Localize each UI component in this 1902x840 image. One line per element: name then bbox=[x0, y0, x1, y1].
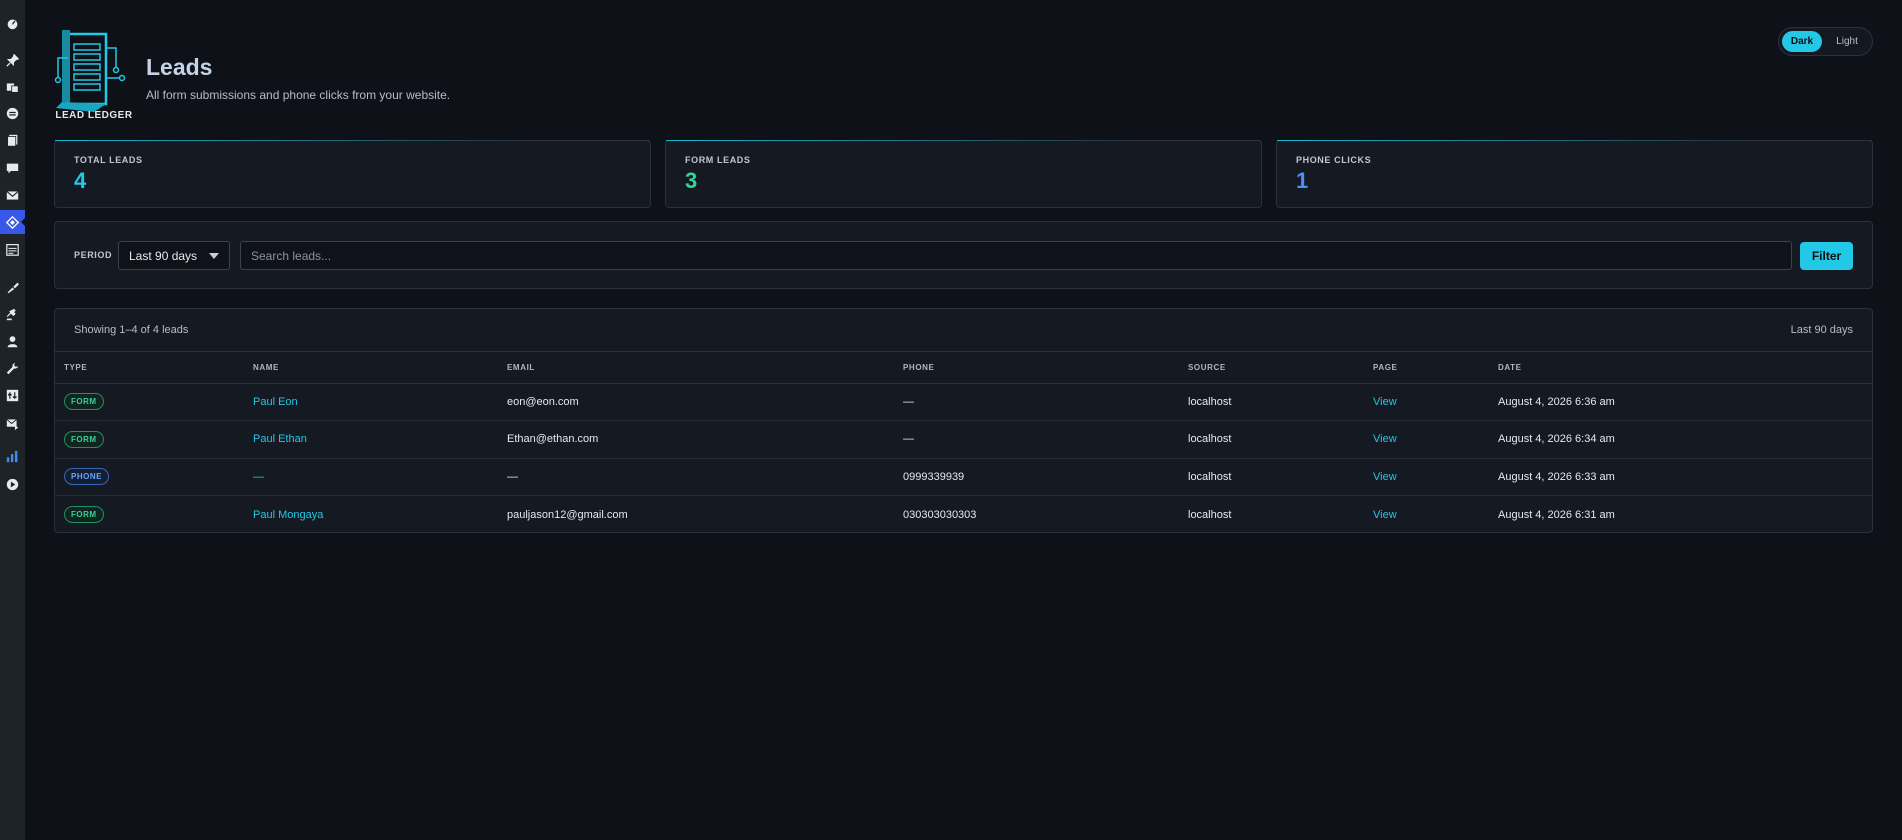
email-log-icon[interactable] bbox=[0, 411, 25, 435]
lead-source: localhost bbox=[1179, 383, 1364, 421]
leads-page: LEAD LEDGER Leads All form submissions a… bbox=[54, 0, 1873, 840]
tools-icon[interactable] bbox=[0, 356, 25, 380]
lead-date: August 4, 2026 6:31 am bbox=[1498, 508, 1615, 521]
view-page-link[interactable]: View bbox=[1373, 433, 1397, 445]
column-header-page[interactable]: PAGE bbox=[1364, 352, 1489, 384]
logo-text: LEAD LEDGER bbox=[55, 110, 133, 121]
stat-value: 4 bbox=[74, 168, 87, 193]
stat-value: 1 bbox=[1296, 168, 1309, 193]
dashboard-icon[interactable] bbox=[0, 11, 25, 35]
stat-label: TOTAL LEADS bbox=[74, 155, 143, 165]
table-header-row: TYPE NAME EMAIL PHONE SOURCE PAGE DATE bbox=[55, 352, 1872, 384]
view-page-link[interactable]: View bbox=[1373, 471, 1397, 483]
settings-icon[interactable] bbox=[0, 383, 25, 407]
stat-value: 3 bbox=[685, 168, 698, 193]
lead-phone: 030303030303 bbox=[903, 508, 977, 521]
period-select[interactable]: Last 90 days bbox=[118, 241, 230, 270]
stat-card-total-leads: TOTAL LEADS 4 bbox=[54, 140, 651, 208]
period-label: PERIOD bbox=[74, 250, 113, 260]
leads-table: TYPE NAME EMAIL PHONE SOURCE PAGE DATE F… bbox=[55, 352, 1872, 533]
lead-date: August 4, 2026 6:36 am bbox=[1489, 383, 1872, 421]
lead-name-link[interactable]: Paul Eon bbox=[253, 396, 298, 408]
theme-light-button[interactable]: Light bbox=[1827, 31, 1867, 52]
stat-card-form-leads: FORM LEADS 3 bbox=[665, 140, 1262, 208]
lead-phone: — bbox=[894, 383, 1179, 421]
table-range: Last 90 days bbox=[1790, 324, 1853, 336]
lead-name-link[interactable]: Paul Mongaya bbox=[253, 509, 323, 521]
plugins-icon[interactable] bbox=[0, 302, 25, 326]
view-page-link[interactable]: View bbox=[1373, 396, 1397, 408]
search-input[interactable] bbox=[240, 241, 1792, 270]
lead-email: eon@eon.com bbox=[498, 383, 894, 421]
pages-icon[interactable] bbox=[0, 128, 25, 152]
lead-phone: 0999339939 bbox=[894, 458, 1179, 496]
pin-icon[interactable] bbox=[0, 48, 25, 72]
stat-label: PHONE CLICKS bbox=[1296, 155, 1372, 165]
lead-email: pauljason12@gmail.com bbox=[507, 508, 628, 521]
users-icon[interactable] bbox=[0, 329, 25, 353]
admin-sidebar bbox=[0, 0, 26, 840]
showing-count: Showing 1–4 of 4 leads bbox=[74, 324, 189, 336]
theme-toggle: Dark Light bbox=[1778, 27, 1873, 56]
lead-email: — bbox=[498, 458, 894, 496]
stats-row: TOTAL LEADS 4 FORM LEADS 3 PHONE CLICKS … bbox=[54, 140, 1873, 208]
page-title: Leads bbox=[146, 54, 213, 80]
table-row[interactable]: FORM Paul Eon eon@eon.com — localhost Vi… bbox=[55, 383, 1872, 421]
play-icon[interactable] bbox=[0, 472, 25, 496]
lead-source: localhost bbox=[1179, 420, 1364, 459]
calendar-icon[interactable] bbox=[0, 237, 25, 261]
table-summary-bar: Showing 1–4 of 4 leads Last 90 days bbox=[55, 309, 1872, 352]
type-badge: FORM bbox=[64, 430, 104, 448]
type-badge: FORM bbox=[64, 393, 104, 411]
theme-dark-button[interactable]: Dark bbox=[1782, 31, 1822, 52]
lead-ledger-logo bbox=[54, 30, 126, 112]
column-header-email[interactable]: EMAIL bbox=[498, 352, 894, 384]
stat-label: FORM LEADS bbox=[685, 155, 751, 165]
chevron-down-icon bbox=[209, 253, 219, 259]
lead-source: localhost bbox=[1188, 508, 1232, 521]
filter-bar: PERIOD Last 90 days Filter bbox=[54, 221, 1873, 289]
appearance-icon[interactable] bbox=[0, 275, 25, 299]
lead-name-link[interactable]: Paul Ethan bbox=[253, 433, 307, 445]
media-icon[interactable] bbox=[0, 75, 25, 99]
lead-phone: — bbox=[894, 420, 1179, 459]
leads-table-panel: Showing 1–4 of 4 leads Last 90 days TYPE… bbox=[54, 308, 1873, 533]
lead-email: Ethan@ethan.com bbox=[498, 420, 894, 459]
type-badge: FORM bbox=[64, 506, 104, 523]
period-value: Last 90 days bbox=[129, 249, 198, 263]
page-subtitle: All form submissions and phone clicks fr… bbox=[146, 88, 451, 102]
mail-icon[interactable] bbox=[0, 183, 25, 207]
lead-name-link[interactable]: — bbox=[253, 471, 264, 483]
type-badge: PHONE bbox=[64, 468, 109, 486]
table-row[interactable]: PHONE — — 0999339939 localhost View Augu… bbox=[55, 458, 1872, 496]
lead-date: August 4, 2026 6:34 am bbox=[1489, 420, 1872, 459]
table-row[interactable]: FORM Paul Mongaya pauljason12@gmail.com … bbox=[55, 496, 1872, 533]
stat-card-phone-clicks: PHONE CLICKS 1 bbox=[1276, 140, 1873, 208]
feedback-icon[interactable] bbox=[0, 156, 25, 180]
column-header-type[interactable]: TYPE bbox=[55, 352, 244, 384]
column-header-name[interactable]: NAME bbox=[244, 352, 498, 384]
column-header-date[interactable]: DATE bbox=[1489, 352, 1872, 384]
analytics-icon[interactable] bbox=[0, 444, 25, 468]
view-page-link[interactable]: View bbox=[1373, 509, 1397, 521]
column-header-source[interactable]: SOURCE bbox=[1179, 352, 1364, 384]
table-row[interactable]: FORM Paul Ethan Ethan@ethan.com — localh… bbox=[55, 420, 1872, 459]
lead-source: localhost bbox=[1179, 458, 1364, 496]
column-header-phone[interactable]: PHONE bbox=[894, 352, 1179, 384]
leads-icon[interactable] bbox=[0, 210, 26, 234]
comments-icon[interactable] bbox=[0, 101, 25, 125]
filter-button[interactable]: Filter bbox=[1800, 242, 1853, 270]
lead-date: August 4, 2026 6:33 am bbox=[1489, 458, 1872, 496]
